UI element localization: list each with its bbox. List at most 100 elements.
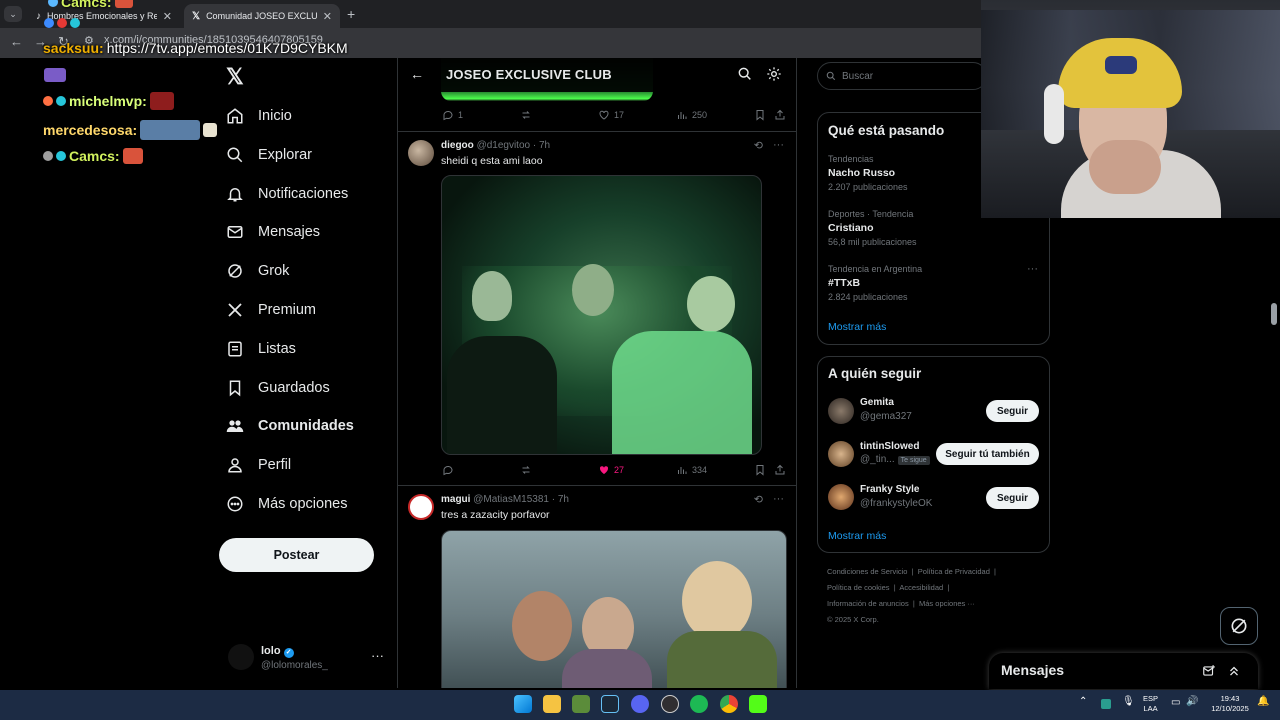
bookmark-button[interactable] <box>754 109 766 121</box>
sidebar-item-grok[interactable]: Grok <box>226 256 289 286</box>
chrome-icon[interactable] <box>720 695 738 713</box>
grok-icon[interactable]: ⟲ <box>754 493 763 506</box>
sidebar-item-communities[interactable]: Comunidades <box>226 411 354 441</box>
sidebar-item-profile[interactable]: Perfil <box>226 450 291 480</box>
back-arrow-icon[interactable]: ← <box>10 34 23 49</box>
follow-name[interactable]: Gemita <box>860 397 894 408</box>
tray-chevron-icon[interactable]: ⌃ <box>1079 697 1087 707</box>
avatar[interactable] <box>408 494 434 520</box>
volume-icon[interactable]: 🔊 <box>1186 697 1198 707</box>
sidebar-item-notifications[interactable]: Notificaciones <box>226 179 348 209</box>
avatar[interactable] <box>828 484 854 510</box>
network-icon[interactable]: ▭ <box>1171 698 1180 708</box>
file-explorer-icon[interactable] <box>543 695 561 713</box>
account-switcher[interactable]: lolo ✓ @lolomorales_ ··· <box>228 644 388 674</box>
keyboard-language[interactable]: ESP LAA <box>1143 694 1158 714</box>
close-tab-icon[interactable]: ✕ <box>323 10 332 23</box>
footer-link[interactable]: Política de Privacidad <box>918 567 990 576</box>
close-tab-icon[interactable]: ✕ <box>163 10 172 23</box>
sidebar-item-premium[interactable]: Premium <box>226 295 316 325</box>
trend-count: 56,8 mil publicaciones <box>828 237 917 247</box>
share-button[interactable] <box>774 109 786 121</box>
grok-icon[interactable]: ⟲ <box>754 139 763 152</box>
sidebar-item-messages[interactable]: Mensajes <box>226 217 320 247</box>
follow-handle: @_tin... Te sigue <box>860 454 930 465</box>
footer-link[interactable]: Accesibilidad <box>899 583 943 592</box>
footer-link[interactable]: Política de cookies <box>827 583 890 592</box>
post-author[interactable]: diegoo @d1egvitoo · 7h <box>441 140 550 151</box>
page-scrollbar[interactable] <box>1271 303 1277 325</box>
share-button[interactable] <box>774 464 786 476</box>
sidebar-item-more[interactable]: Más opciones <box>226 489 347 519</box>
account-more-icon[interactable]: ··· <box>371 648 384 663</box>
avatar[interactable] <box>408 140 434 166</box>
grok-floating-button[interactable] <box>1220 607 1258 645</box>
home-icon <box>227 108 243 124</box>
reply-button[interactable]: 1 <box>442 109 463 121</box>
views-button[interactable]: 250 <box>676 109 707 121</box>
expand-chevron-icon[interactable] <box>1227 664 1241 678</box>
search-icon <box>227 147 243 163</box>
follow-button[interactable]: Seguir <box>986 487 1039 509</box>
search-icon[interactable] <box>737 66 753 82</box>
search-input[interactable]: Buscar <box>817 62 987 90</box>
chat-emote-icon <box>203 123 218 137</box>
new-tab-button[interactable]: + <box>347 6 355 22</box>
post-button[interactable]: Postear <box>219 538 374 572</box>
footer-link[interactable]: Condiciones de Servicio <box>827 567 907 576</box>
post-author[interactable]: magui @MatiasM15381 · 7h <box>441 494 569 505</box>
x-logo-icon[interactable]: 𝕏 <box>226 64 244 90</box>
webcam-overlay <box>981 0 1280 218</box>
repost-button[interactable] <box>520 109 536 121</box>
follow-name[interactable]: Franky Style <box>860 484 919 495</box>
follow-name[interactable]: tintinSlowed <box>860 441 919 452</box>
avatar[interactable] <box>828 398 854 424</box>
show-more-link[interactable]: Mostrar más <box>828 530 886 542</box>
repost-icon <box>522 111 530 119</box>
browser-tab-active[interactable]: 𝕏 Comunidad JOSEO EXCLUSIVE ✕ <box>184 4 340 28</box>
show-more-link[interactable]: Mostrar más <box>828 321 886 333</box>
back-arrow-icon[interactable]: ← <box>410 66 424 82</box>
footer-link[interactable]: Información de anuncios <box>827 599 909 608</box>
new-message-icon[interactable] <box>1202 664 1216 678</box>
spotify-icon[interactable] <box>690 695 708 713</box>
more-dots-icon[interactable]: ··· <box>773 139 784 152</box>
kick-icon[interactable] <box>749 695 767 713</box>
steam-icon[interactable] <box>601 695 619 713</box>
post-image[interactable] <box>441 530 787 688</box>
like-button[interactable]: 27 <box>598 464 624 476</box>
sidebar-item-explore[interactable]: Explorar <box>226 140 312 170</box>
repost-button[interactable] <box>520 464 536 476</box>
sidebar-item-lists[interactable]: Listas <box>226 334 296 364</box>
avatar[interactable] <box>828 441 854 467</box>
follow-button[interactable]: Seguir <box>986 400 1039 422</box>
tab-search-button[interactable]: ⌄ <box>4 6 22 22</box>
more-dots-icon[interactable]: ··· <box>1027 263 1038 275</box>
reply-button[interactable] <box>442 464 458 476</box>
microphone-icon[interactable]: 🎙 <box>1122 697 1135 707</box>
chat-emote-icon <box>114 0 133 8</box>
follow-handle: @frankystyleOK <box>860 498 933 509</box>
messages-drawer[interactable]: Mensajes <box>989 653 1258 689</box>
x-logo-icon <box>228 303 242 317</box>
settings-gear-icon[interactable] <box>766 66 782 82</box>
more-dots-icon[interactable]: ··· <box>773 493 784 506</box>
tray-app-icon[interactable] <box>1101 699 1111 709</box>
sidebar-item-bookmarks[interactable]: Guardados <box>226 373 330 403</box>
sidebar-item-home[interactable]: Inicio <box>226 101 292 131</box>
obs-icon[interactable] <box>661 695 679 713</box>
verified-badge-icon: ✓ <box>283 648 294 658</box>
app-icon[interactable] <box>572 695 590 713</box>
trend-count: 2.824 publicaciones <box>828 292 908 302</box>
views-button[interactable]: 334 <box>676 464 707 476</box>
footer-link[interactable]: Más opciones ··· <box>919 599 975 608</box>
bookmark-button[interactable] <box>754 464 766 476</box>
notification-icon[interactable]: 🔔 <box>1257 697 1269 707</box>
post-video[interactable] <box>441 175 762 455</box>
person-figure <box>472 271 512 321</box>
windows-start-icon[interactable] <box>514 695 532 713</box>
discord-icon[interactable] <box>631 695 649 713</box>
system-clock[interactable]: 19:43 12/10/2025 <box>1207 694 1253 714</box>
like-button[interactable]: 17 <box>598 109 624 121</box>
follow-back-button[interactable]: Seguir tú también <box>936 443 1039 465</box>
